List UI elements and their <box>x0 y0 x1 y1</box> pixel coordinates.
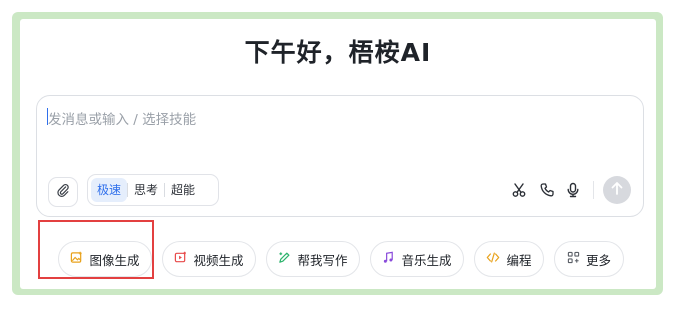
main-panel: 下午好，梧桉AI 发消息或输入 / 选择技能 极速 思考 超能 图像生成 视频生… <box>20 19 656 289</box>
skill-label: 更多 <box>585 252 611 268</box>
skill-more[interactable]: 更多 <box>554 241 624 277</box>
code-icon <box>486 251 500 267</box>
mode-think[interactable]: 思考 <box>128 178 164 202</box>
skill-video-generation[interactable]: 视频生成 <box>162 241 256 277</box>
skill-writing[interactable]: 帮我写作 <box>266 241 360 277</box>
scissors-icon[interactable] <box>509 180 529 200</box>
send-button[interactable] <box>603 176 631 204</box>
message-input[interactable]: 发消息或输入 / 选择技能 <box>48 108 196 128</box>
skill-label: 图像生成 <box>89 252 140 268</box>
mode-super[interactable]: 超能 <box>165 178 201 202</box>
attach-button[interactable] <box>48 177 78 207</box>
chat-composer[interactable]: 发消息或输入 / 选择技能 极速 思考 超能 <box>36 95 644 217</box>
skill-label: 音乐生成 <box>401 252 452 268</box>
paperclip-icon <box>56 183 70 201</box>
music-icon <box>382 251 395 267</box>
skill-image-generation[interactable]: 图像生成 <box>58 241 152 277</box>
phone-icon[interactable] <box>537 180 557 200</box>
image-icon <box>70 251 83 267</box>
mode-selector: 极速 思考 超能 <box>87 174 219 206</box>
grid-icon <box>567 251 580 267</box>
skill-label: 视频生成 <box>193 252 244 268</box>
greeting-title: 下午好，梧桉AI <box>244 38 432 67</box>
toolbar-divider <box>593 181 594 199</box>
pen-icon <box>278 251 291 267</box>
microphone-icon[interactable] <box>563 180 583 200</box>
skill-music-generation[interactable]: 音乐生成 <box>370 241 464 277</box>
video-icon <box>174 251 187 267</box>
skill-label: 帮我写作 <box>297 252 348 268</box>
arrow-up-icon <box>611 181 623 199</box>
skill-coding[interactable]: 编程 <box>474 241 544 277</box>
skill-label: 编程 <box>506 252 532 268</box>
mode-fast[interactable]: 极速 <box>91 178 128 202</box>
